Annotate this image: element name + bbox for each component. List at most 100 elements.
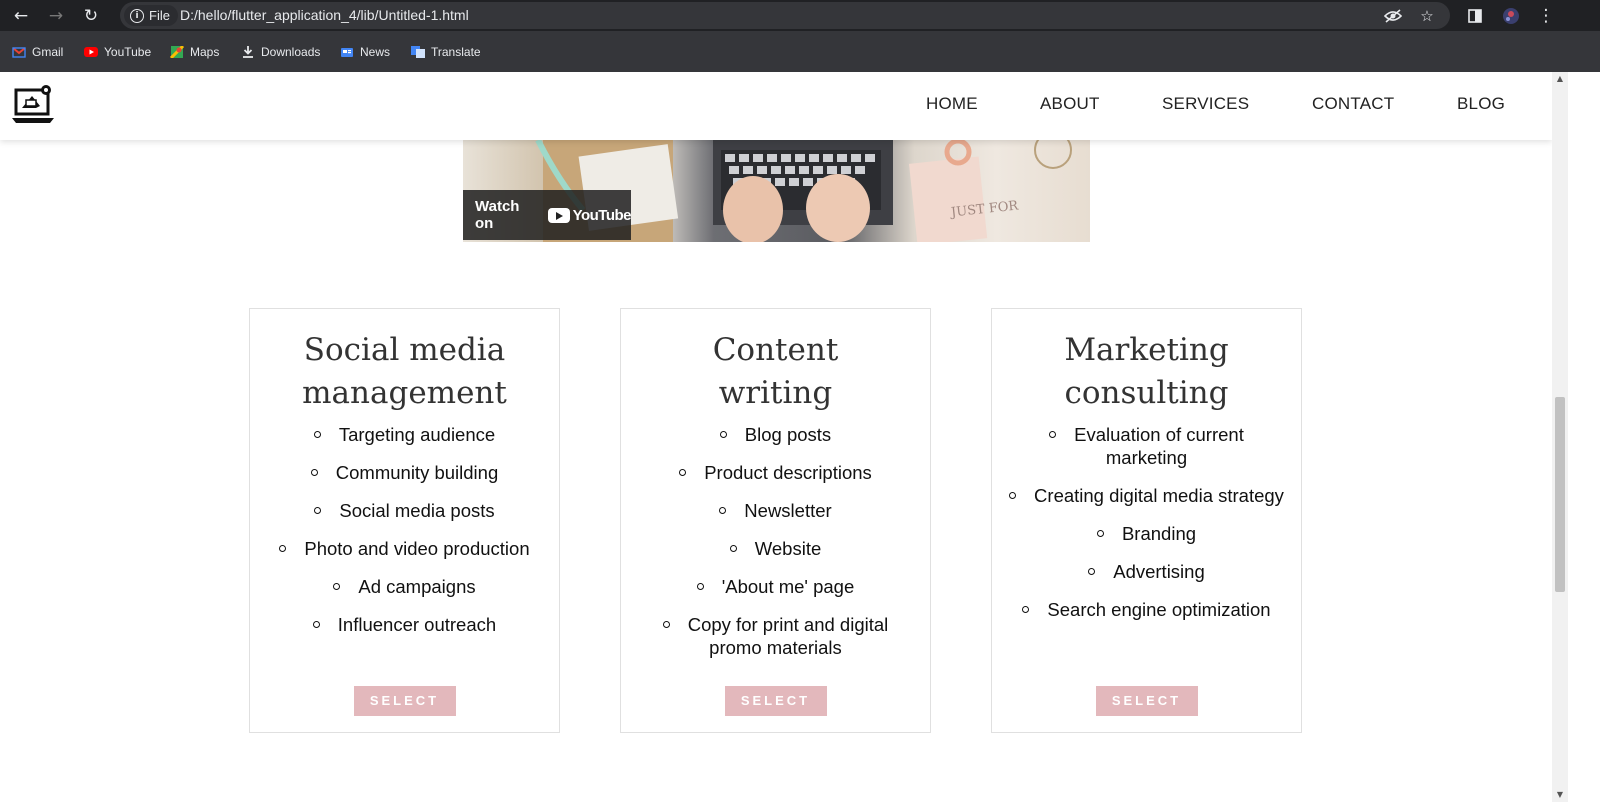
- list-item: Product descriptions: [635, 461, 916, 484]
- gmail-icon: [12, 46, 26, 58]
- list-item: Photo and video production: [264, 537, 545, 560]
- bookmark-youtube[interactable]: YouTube: [84, 31, 151, 72]
- url-text[interactable]: D:/hello/flutter_application_4/lib/Untit…: [180, 2, 469, 29]
- bullet-icon: [1088, 567, 1096, 575]
- watch-on-label: Watch on: [475, 198, 520, 232]
- list-item: Evaluation of current marketing: [1006, 423, 1287, 469]
- nav-services[interactable]: SERVICES: [1162, 94, 1249, 114]
- card-title: Content writing: [621, 329, 930, 415]
- list-item: Creating digital media strategy: [1006, 484, 1287, 507]
- list-item: Search engine optimization: [1006, 598, 1287, 621]
- scroll-down-icon[interactable]: ▼: [1552, 788, 1568, 802]
- side-panel-icon[interactable]: [1464, 5, 1486, 27]
- bullet-icon: [662, 620, 670, 628]
- youtube-icon: [84, 46, 98, 57]
- feature-list: Blog posts Product descriptions Newslett…: [621, 423, 930, 659]
- bullet-icon: [1022, 605, 1030, 613]
- bookmark-translate[interactable]: Translate: [411, 31, 481, 72]
- maps-icon: [170, 45, 184, 58]
- list-item-text: Blog posts: [744, 424, 832, 445]
- list-item: Ad campaigns: [264, 575, 545, 598]
- feature-list: Targeting audience Community building So…: [250, 423, 559, 636]
- embedded-video[interactable]: JUST FOR Watch on YouTube: [463, 140, 1090, 242]
- page-scrollbar[interactable]: ▲ ▼: [1552, 72, 1568, 802]
- back-arrow-icon[interactable]: ←: [10, 5, 32, 27]
- scroll-up-icon[interactable]: ▲: [1552, 72, 1568, 86]
- list-item-text: Advertising: [1113, 561, 1205, 582]
- bookmark-label: YouTube: [104, 44, 152, 59]
- list-item-text: Photo and video production: [304, 538, 530, 559]
- nav-contact[interactable]: CONTACT: [1312, 94, 1394, 114]
- translate-icon: [411, 45, 425, 58]
- star-icon[interactable]: ☆: [1416, 5, 1438, 27]
- nav-home[interactable]: HOME: [926, 94, 978, 114]
- more-menu-icon[interactable]: ⋮: [1535, 5, 1557, 27]
- list-item-text: Influencer outreach: [337, 614, 497, 635]
- youtube-logo: YouTube: [547, 207, 632, 224]
- bullet-icon: [696, 582, 704, 590]
- nav-about[interactable]: ABOUT: [1040, 94, 1100, 114]
- bookmark-maps[interactable]: Maps: [170, 31, 219, 72]
- bookmark-gmail[interactable]: Gmail: [12, 31, 63, 72]
- bookmark-label: Translate: [431, 44, 481, 59]
- download-icon: [243, 45, 253, 58]
- bullet-icon: [1096, 529, 1104, 537]
- browser-toolbar: ← → ↻ i File D:/hello/flutter_applicatio…: [0, 0, 1600, 31]
- bookmark-news[interactable]: News: [340, 31, 390, 72]
- card-title-line: writing: [718, 375, 833, 411]
- eye-off-icon[interactable]: [1382, 5, 1404, 27]
- bullet-icon: [310, 468, 318, 476]
- list-item: Community building: [264, 461, 545, 484]
- bookmarks-bar: Gmail YouTube Maps Downloads News Transl…: [0, 31, 1600, 72]
- bullet-icon: [314, 506, 322, 514]
- list-item-text: Branding: [1121, 523, 1197, 544]
- nav-blog[interactable]: BLOG: [1457, 94, 1505, 114]
- bookmark-downloads[interactable]: Downloads: [241, 31, 320, 72]
- card-title: Marketing consulting: [992, 329, 1301, 415]
- select-button[interactable]: SELECT: [353, 686, 456, 716]
- list-item: Targeting audience: [264, 423, 545, 446]
- select-button[interactable]: SELECT: [724, 686, 827, 716]
- logo-laptop-icon[interactable]: [12, 84, 54, 126]
- site-info-label: File: [149, 8, 170, 23]
- bullet-icon: [719, 506, 727, 514]
- watch-on-youtube-button[interactable]: Watch on YouTube: [463, 190, 632, 240]
- address-bar[interactable]: i File D:/hello/flutter_application_4/li…: [120, 2, 1450, 29]
- card-title-line: consulting: [1064, 375, 1229, 411]
- card-title-line: management: [302, 375, 507, 411]
- bookmark-label: Gmail: [32, 44, 64, 59]
- reload-icon[interactable]: ↻: [80, 5, 102, 27]
- list-item-text: 'About me' page: [721, 576, 855, 597]
- list-item-text: Social media posts: [339, 500, 495, 521]
- list-item-text: Website: [754, 538, 822, 559]
- bookmark-label: Downloads: [261, 44, 321, 59]
- bookmark-label: Maps: [190, 44, 220, 59]
- list-item: Copy for print and digital promo materia…: [635, 613, 916, 659]
- site-info-chip[interactable]: i File: [124, 5, 178, 26]
- page-viewport: HOME ABOUT SERVICES CONTACT BLOG JUST FO…: [0, 72, 1552, 802]
- list-item-text: Newsletter: [744, 500, 832, 521]
- list-item: Branding: [1006, 522, 1287, 545]
- window-edge: [1568, 72, 1600, 802]
- list-item: Website: [635, 537, 916, 560]
- bullet-icon: [1009, 491, 1017, 499]
- list-item-text: Ad campaigns: [358, 576, 476, 597]
- list-item: Influencer outreach: [264, 613, 545, 636]
- list-item: Newsletter: [635, 499, 916, 522]
- list-item-text: Search engine optimization: [1047, 599, 1271, 620]
- service-card-marketing-consulting: Marketing consulting Evaluation of curre…: [991, 308, 1302, 733]
- bullet-icon: [729, 544, 737, 552]
- info-icon: i: [130, 8, 144, 23]
- bullet-icon: [279, 544, 287, 552]
- scrollbar-thumb[interactable]: [1555, 397, 1565, 592]
- card-title: Social media management: [250, 329, 559, 415]
- select-button[interactable]: SELECT: [1095, 686, 1198, 716]
- list-item-text: Community building: [335, 462, 499, 483]
- service-card-content-writing: Content writing Blog posts Product descr…: [620, 308, 931, 733]
- feature-list: Evaluation of current marketing Creating…: [992, 423, 1301, 621]
- forward-arrow-icon[interactable]: →: [45, 5, 67, 27]
- list-item: Blog posts: [635, 423, 916, 446]
- bullet-icon: [313, 430, 321, 438]
- profile-avatar-icon[interactable]: [1500, 5, 1522, 27]
- bookmark-label: News: [360, 44, 391, 59]
